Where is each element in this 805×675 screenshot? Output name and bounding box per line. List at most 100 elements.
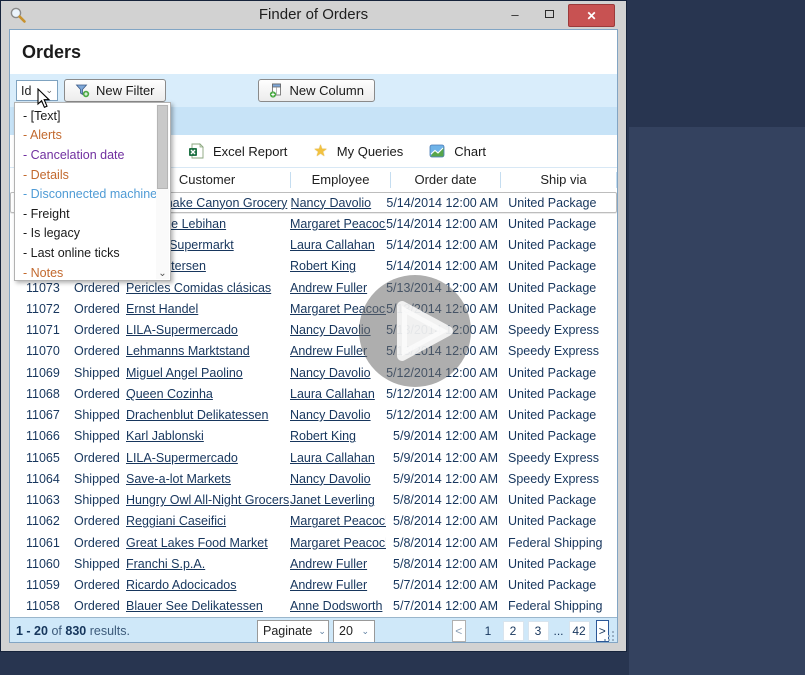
cell-ship-via: United Package — [508, 578, 616, 592]
play-button-overlay[interactable] — [358, 274, 472, 388]
minimize-button[interactable]: – — [499, 1, 531, 27]
cell-id: 11066 — [26, 429, 74, 443]
excel-report-button[interactable]: Excel Report — [188, 143, 287, 159]
table-row[interactable]: 11071 Ordered LILA-Supermercado Nancy Da… — [10, 320, 617, 341]
cell-order-date: 5/14/2014 12:00 AM — [386, 238, 498, 252]
cell-customer-link[interactable]: Franchi S.p.A. — [126, 557, 290, 571]
prev-page-button[interactable]: < — [452, 620, 466, 642]
cell-status: Ordered — [74, 302, 126, 316]
cell-order-date: 5/14/2014 12:00 AM — [386, 217, 498, 231]
dropdown-item[interactable]: - Is legacy — [15, 224, 170, 244]
cell-status: Ordered — [74, 344, 126, 358]
cell-customer-link[interactable]: Lehmanns Marktstand — [126, 344, 290, 358]
cell-employee-link[interactable]: Anne Dodsworth — [290, 599, 386, 613]
new-column-button[interactable]: New Column — [258, 79, 375, 102]
scrollbar-thumb[interactable] — [157, 105, 168, 189]
table-row[interactable]: 11067 Shipped Drachenblut Delikatessen N… — [10, 405, 617, 426]
titlebar[interactable]: Finder of Orders – ✕ — [1, 1, 626, 28]
cell-employee-link[interactable]: Nancy Davolio — [291, 196, 387, 210]
dropdown-item[interactable]: - Details — [15, 165, 170, 185]
maximize-button[interactable] — [532, 1, 566, 27]
close-button[interactable]: ✕ — [568, 4, 615, 27]
cell-customer-link[interactable]: Karl Jablonski — [126, 429, 290, 443]
cell-customer-link[interactable]: LILA-Supermercado — [126, 323, 290, 337]
cell-employee-link[interactable]: Robert King — [290, 429, 386, 443]
column-header-ship-via[interactable]: Ship via — [511, 172, 617, 188]
my-queries-button[interactable]: ★ My Queries — [313, 141, 403, 161]
cell-customer-link[interactable]: Save-a-lot Markets — [126, 472, 290, 486]
cell-employee-link[interactable]: Andrew Fuller — [290, 578, 386, 592]
cell-customer-link[interactable]: Blauer See Delikatessen — [126, 599, 290, 613]
page-size-select[interactable]: 20 ⌄ — [333, 620, 375, 643]
cell-employee-link[interactable]: Robert King — [290, 259, 386, 273]
page-button-2[interactable]: 2 — [503, 621, 524, 641]
table-row[interactable]: 11061 Ordered Great Lakes Food Market Ma… — [10, 532, 617, 553]
page-button-42[interactable]: 42 — [569, 621, 590, 641]
table-row[interactable]: 11064 Shipped Save-a-lot Markets Nancy D… — [10, 468, 617, 489]
cell-status: Ordered — [74, 536, 126, 550]
dropdown-item[interactable]: - Freight — [15, 204, 170, 224]
table-row[interactable]: 11058 Ordered Blauer See Delikatessen An… — [10, 596, 617, 617]
cell-employee-link[interactable]: Margaret Peacock — [290, 536, 386, 550]
filter-plus-icon — [75, 83, 90, 98]
page-button-3[interactable]: 3 — [528, 621, 549, 641]
column-header-employee[interactable]: Employee — [291, 172, 391, 188]
dropdown-item[interactable]: - Cancelation date — [15, 145, 170, 165]
cell-customer-link[interactable]: Drachenblut Delikatessen — [126, 408, 290, 422]
cell-employee-link[interactable]: Margaret Peacock — [290, 514, 386, 528]
cell-customer-link[interactable]: Queen Cozinha — [126, 387, 290, 401]
table-row[interactable]: 11066 Shipped Karl Jablonski Robert King… — [10, 426, 617, 447]
resize-grip[interactable] — [603, 630, 615, 642]
cell-customer-link[interactable]: Pericles Comidas clásicas — [126, 281, 290, 295]
cell-status: Ordered — [74, 387, 126, 401]
table-row[interactable]: 11062 Ordered Reggiani Caseifici Margare… — [10, 511, 617, 532]
dropdown-item[interactable]: - Last online ticks — [15, 243, 170, 263]
cell-order-date: 5/8/2014 12:00 AM — [386, 536, 498, 550]
table-row[interactable]: 11059 Ordered Ricardo Adocicados Andrew … — [10, 575, 617, 596]
dropdown-item[interactable]: - Disconnected machine — [15, 184, 170, 204]
cell-employee-link[interactable]: Nancy Davolio — [290, 472, 386, 486]
paginate-mode-select[interactable]: Paginate ⌄ — [257, 620, 329, 643]
cell-customer-link[interactable]: Hungry Owl All-Night Grocers — [126, 493, 290, 507]
cell-id: 11069 — [26, 366, 74, 380]
chart-button[interactable]: Chart — [429, 143, 486, 159]
dropdown-scrollbar[interactable]: ⌄ — [156, 104, 169, 279]
cell-employee-link[interactable]: Laura Callahan — [290, 451, 386, 465]
column-header-order-date[interactable]: Order date — [391, 172, 501, 188]
cell-customer-link[interactable]: Ernst Handel — [126, 302, 290, 316]
cell-customer-link[interactable]: Miguel Angel Paolino — [126, 366, 290, 380]
dropdown-item[interactable]: - Alerts — [15, 126, 170, 146]
cell-employee-link[interactable]: Nancy Davolio — [290, 408, 386, 422]
cell-order-date: 5/9/2014 12:00 AM — [386, 472, 498, 486]
cell-id: 11070 — [26, 344, 74, 358]
new-filter-button[interactable]: New Filter — [64, 79, 166, 102]
table-row[interactable]: 11069 Shipped Miguel Angel Paolino Nancy… — [10, 362, 617, 383]
cell-customer-link[interactable]: LILA-Supermercado — [126, 451, 290, 465]
cell-employee-link[interactable]: Laura Callahan — [290, 238, 386, 252]
table-row[interactable]: 11070 Ordered Lehmanns Marktstand Andrew… — [10, 341, 617, 362]
cell-employee-link[interactable]: Laura Callahan — [290, 387, 386, 401]
results-of: of — [51, 624, 61, 638]
cell-employee-link[interactable]: Andrew Fuller — [290, 557, 386, 571]
table-row[interactable]: 11060 Shipped Franchi S.p.A. Andrew Full… — [10, 553, 617, 574]
cell-customer-link[interactable]: Great Lakes Food Market — [126, 536, 290, 550]
table-row[interactable]: 11068 Ordered Queen Cozinha Laura Callah… — [10, 383, 617, 404]
table-row[interactable]: 11063 Shipped Hungry Owl All-Night Groce… — [10, 490, 617, 511]
cell-customer-link[interactable]: Ricardo Adocicados — [126, 578, 290, 592]
cell-id: 11062 — [26, 514, 74, 528]
cell-order-date: 5/7/2014 12:00 AM — [386, 578, 498, 592]
cell-ship-via: Federal Shipping — [508, 536, 616, 550]
scroll-down-icon[interactable]: ⌄ — [156, 268, 169, 279]
results-total: 830 — [65, 624, 86, 638]
cell-employee-link[interactable]: Margaret Peacock — [290, 217, 386, 231]
table-row[interactable]: 11065 Ordered LILA-Supermercado Laura Ca… — [10, 447, 617, 468]
cell-order-date: 5/9/2014 12:00 AM — [386, 451, 498, 465]
dropdown-item[interactable]: - Notes — [15, 263, 170, 283]
cell-id: 11071 — [26, 323, 74, 337]
results-suffix: results. — [90, 624, 130, 638]
table-row[interactable]: 11072 Ordered Ernst Handel Margaret Peac… — [10, 298, 617, 319]
cell-order-date: 5/8/2014 12:00 AM — [386, 493, 498, 507]
cell-employee-link[interactable]: Janet Leverling — [290, 493, 386, 507]
cell-customer-link[interactable]: Reggiani Caseifici — [126, 514, 290, 528]
cell-order-date: 5/12/2014 12:00 AM — [386, 387, 498, 401]
